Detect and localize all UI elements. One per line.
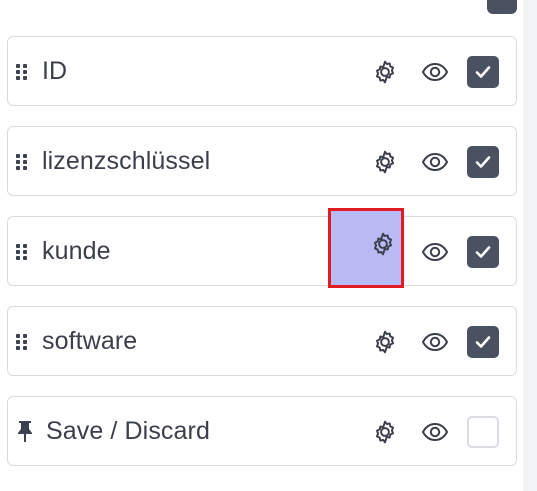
column-checkbox[interactable] — [467, 56, 499, 88]
settings-gear-icon[interactable] — [328, 208, 404, 288]
settings-gear-icon[interactable] — [368, 325, 402, 359]
column-label: ID — [42, 56, 68, 85]
settings-gear-icon[interactable] — [368, 415, 402, 449]
drag-handle-icon[interactable] — [16, 333, 34, 352]
drag-handle-icon[interactable] — [16, 153, 34, 172]
column-checkbox[interactable] — [467, 326, 499, 358]
column-label: software — [42, 326, 138, 355]
visibility-eye-icon[interactable] — [418, 56, 452, 88]
drag-handle-icon[interactable] — [16, 63, 34, 82]
visibility-eye-icon[interactable] — [418, 416, 452, 448]
visibility-eye-icon[interactable] — [418, 326, 452, 358]
column-label: kunde — [42, 236, 111, 265]
partial-checkbox-above[interactable] — [487, 0, 517, 14]
column-row[interactable]: ID — [7, 36, 517, 106]
pin-icon — [17, 419, 33, 443]
column-row[interactable]: Save / Discard — [7, 396, 517, 466]
settings-gear-icon[interactable] — [368, 55, 402, 89]
column-checkbox[interactable] — [467, 236, 499, 268]
column-row[interactable]: lizenzschlüssel — [7, 126, 517, 196]
scroll-rail — [523, 0, 537, 491]
column-checkbox[interactable] — [467, 416, 499, 448]
column-row[interactable]: kunde — [7, 208, 517, 288]
visibility-eye-icon[interactable] — [418, 146, 452, 178]
column-label: Save / Discard — [46, 416, 210, 445]
column-checkbox[interactable] — [467, 146, 499, 178]
visibility-eye-icon[interactable] — [418, 236, 452, 268]
settings-gear-icon[interactable] — [368, 145, 402, 179]
drag-handle-icon[interactable] — [16, 243, 34, 262]
column-row[interactable]: software — [7, 306, 517, 376]
column-label: lizenzschlüssel — [42, 146, 211, 175]
